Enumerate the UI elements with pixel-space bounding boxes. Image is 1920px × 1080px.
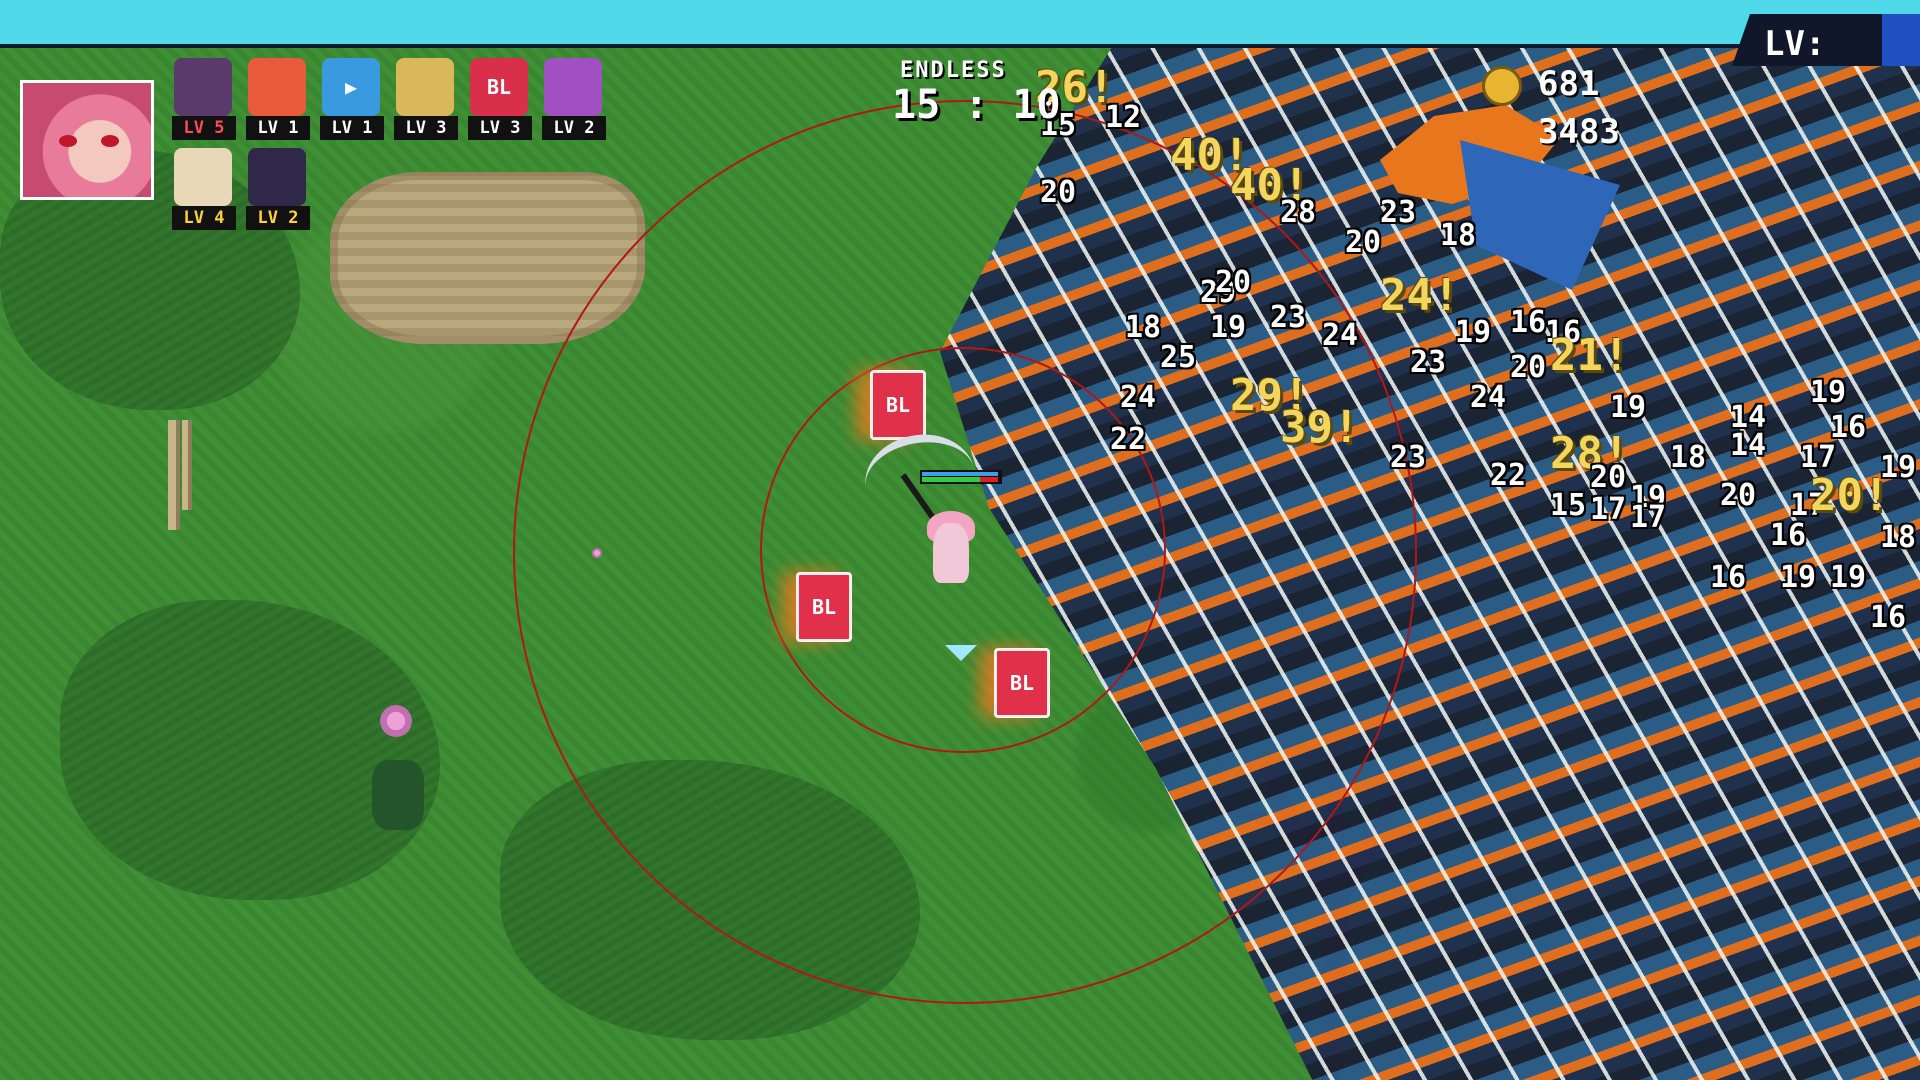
weapon-level: LV 3: [468, 116, 532, 140]
bush: [372, 760, 424, 830]
player-body: [933, 523, 969, 583]
item-slot: LV 2: [242, 148, 316, 234]
player-direction-arrow: [945, 645, 977, 661]
tentacle-icon: [544, 58, 602, 116]
damage-number: 14: [1730, 428, 1767, 463]
damage-number: 18: [1670, 440, 1707, 475]
weapon-level: LV 1: [246, 116, 310, 140]
coin-icon: [1482, 66, 1522, 106]
damage-number: 20: [1215, 265, 1252, 300]
damage-number: 20: [1510, 350, 1547, 385]
damage-number: 24!: [1380, 270, 1460, 321]
damage-number: 19: [1455, 315, 1492, 350]
popcorn-icon: [248, 58, 306, 116]
damage-number: 20: [1590, 460, 1627, 495]
damage-number: 23: [1410, 345, 1447, 380]
orbiting-bl-book: BL: [994, 648, 1050, 718]
damage-number: 19: [1780, 560, 1817, 595]
play-button-icon: ▶: [322, 58, 380, 116]
damage-number: 19: [1810, 375, 1847, 410]
damage-number: 28: [1280, 195, 1317, 230]
weapon-slot: LV 2: [538, 58, 612, 144]
item-level: LV 4: [172, 206, 236, 230]
damage-number: 19: [1830, 560, 1867, 595]
weapon-slot: ▶ LV 1: [316, 58, 390, 144]
damage-number: 24: [1470, 380, 1507, 415]
weapon-level: LV 5: [172, 116, 236, 140]
weapon-level: LV 1: [320, 116, 384, 140]
damage-number: 23: [1380, 195, 1417, 230]
pink-flower: [380, 705, 412, 737]
weapon-slot: LV 5: [168, 58, 242, 144]
damage-number: 20!: [1810, 470, 1890, 521]
player-shield-bar: [922, 472, 998, 476]
damage-number: 24: [1322, 318, 1359, 353]
coin-count: 681: [1538, 64, 1600, 104]
weapon-slot: BL LV 3: [464, 58, 538, 144]
damage-number: 18: [1880, 520, 1917, 555]
damage-number: 19: [1610, 390, 1647, 425]
damage-number: 16: [1510, 305, 1547, 340]
bl-book-icon: BL: [470, 58, 528, 116]
damage-number: 39!: [1280, 402, 1360, 453]
damage-number: 25: [1160, 340, 1197, 375]
damage-number: 23: [1270, 300, 1307, 335]
damage-number: 16: [1770, 518, 1807, 553]
pink-flower: [592, 548, 602, 558]
weapon-slot: LV 3: [390, 58, 464, 144]
portrait-eye: [59, 135, 77, 147]
axe-icon: [396, 58, 454, 116]
experience-bar: [0, 0, 1920, 48]
item-slot: LV 4: [168, 148, 242, 234]
scythe-icon: [174, 58, 232, 116]
damage-number: 22: [1110, 422, 1147, 457]
player-health-missing: [980, 477, 998, 482]
item-level: LV 2: [246, 206, 310, 230]
player-health-fill: [922, 477, 980, 482]
damage-number: 19: [1210, 310, 1247, 345]
character-portrait: [20, 80, 154, 200]
weapon-level: LV 3: [394, 116, 458, 140]
damage-number: 16: [1710, 560, 1747, 595]
experience-bar-fill: [0, 0, 1740, 40]
game-viewport: BL BL BL 26! 15 12 40! 40! 20 28 23 18 20 24! 29 20 2…: [0, 0, 1920, 1080]
dark-grass-patch: [60, 600, 440, 900]
damage-number: 18: [1125, 310, 1162, 345]
damage-number: 17: [1630, 500, 1667, 535]
horns-icon: [248, 148, 306, 206]
damage-number: 17: [1590, 492, 1627, 527]
level-panel-accent: [1882, 14, 1920, 66]
game-mode-label: ENDLESS: [900, 58, 1007, 83]
survival-timer: 15 : 10: [892, 82, 1061, 128]
fence-post: [168, 420, 180, 530]
bone-arm-icon: [174, 148, 232, 206]
damage-number: 20: [1040, 175, 1077, 210]
damage-number: 18: [1440, 218, 1477, 253]
damage-number: 24: [1120, 380, 1157, 415]
fence-post: [182, 420, 192, 510]
weapon-level: LV 2: [542, 116, 606, 140]
dirt-patch: [330, 172, 645, 344]
damage-number: 16: [1870, 600, 1907, 635]
damage-number: 15: [1550, 488, 1587, 523]
damage-number: 23: [1390, 440, 1427, 475]
damage-number: 22: [1490, 458, 1527, 493]
player-character: [915, 505, 985, 595]
damage-number: 12: [1105, 100, 1142, 135]
kill-count: 3483: [1538, 112, 1620, 152]
damage-number: 21!: [1550, 330, 1630, 381]
orbiting-bl-book: BL: [796, 572, 852, 642]
weapon-slot: LV 1: [242, 58, 316, 144]
dark-grass-patch: [500, 760, 920, 1040]
orbiting-bl-book: BL: [870, 370, 926, 440]
player-health-bar: [920, 470, 1002, 484]
damage-number: 20: [1345, 225, 1382, 260]
damage-number: 20: [1720, 478, 1757, 513]
level-panel: LV: 27: [1732, 14, 1882, 66]
portrait-eye: [101, 135, 119, 147]
